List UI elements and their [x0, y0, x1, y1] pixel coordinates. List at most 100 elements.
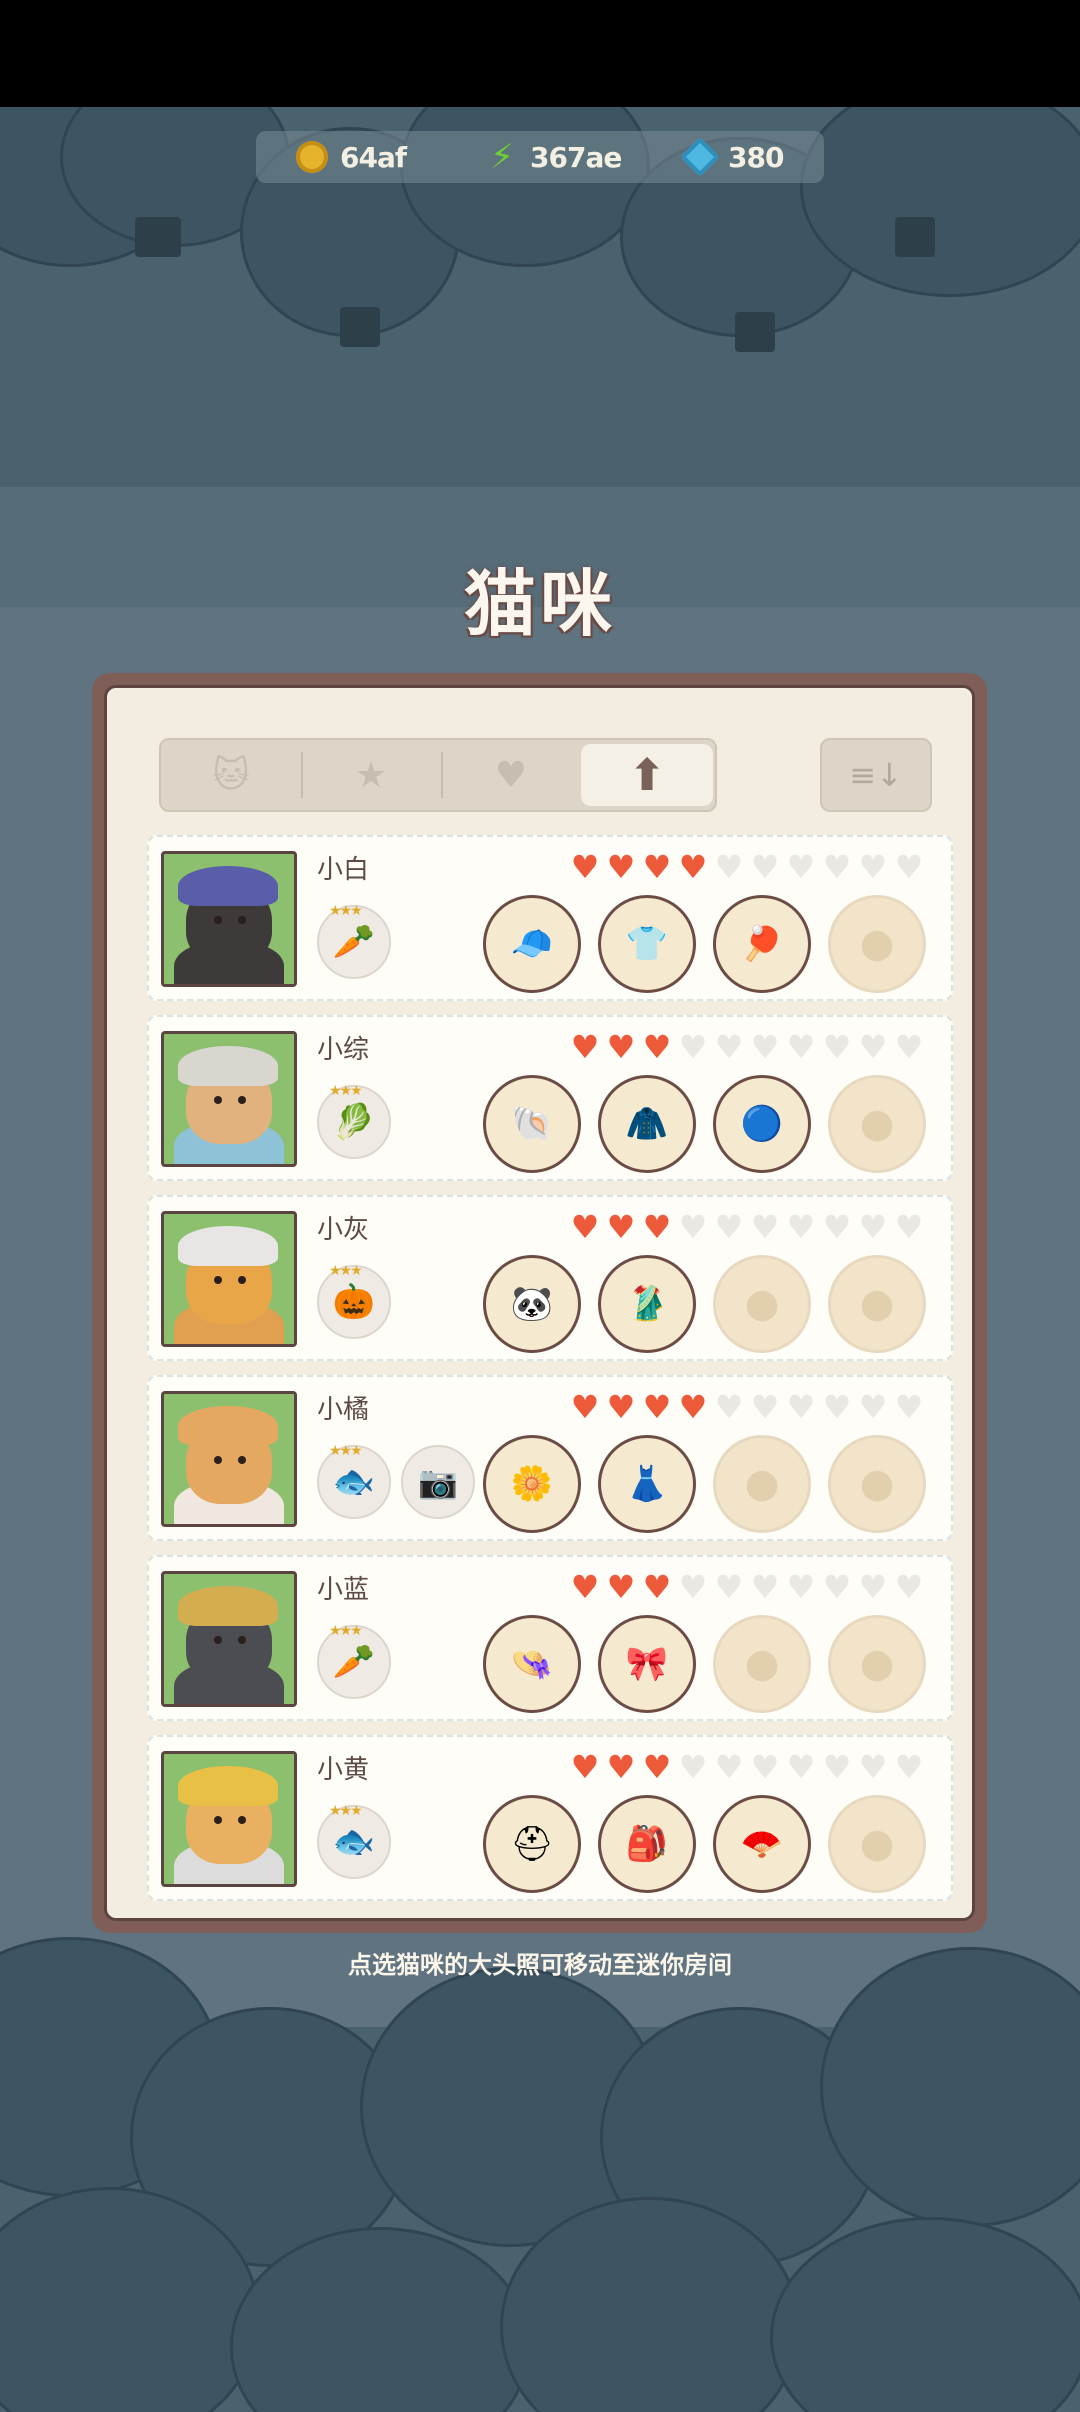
favorite-food-badge: ★★★ 🐟 — [317, 1803, 391, 1879]
outfit-slot-empty[interactable]: ⬤ — [828, 1435, 926, 1533]
outfit-slot-empty[interactable]: ⬤ — [828, 1075, 926, 1173]
cat-eye — [214, 1636, 222, 1644]
affection-hearts: ♥ ♥ ♥ ♥ ♥ ♥ ♥ ♥ ♥ ♥ — [569, 1391, 925, 1423]
cat-row: 小灰 ★★★ 🎃 ♥ ♥ ♥ ♥ ♥ ♥ ♥ ♥ ♥ ♥ 🐼 🥻 ⬤ ⬤ — [147, 1195, 953, 1361]
affection-hearts: ♥ ♥ ♥ ♥ ♥ ♥ ♥ ♥ ♥ ♥ — [569, 1751, 925, 1783]
food-icon: 🥕 — [332, 1642, 376, 1682]
food-icon: 🎃 — [332, 1282, 376, 1322]
affection-hearts: ♥ ♥ ♥ ♥ ♥ ♥ ♥ ♥ ♥ ♥ — [569, 1211, 925, 1243]
outfit-slot[interactable]: 👒 — [483, 1615, 581, 1713]
cat-hat — [178, 1226, 278, 1266]
outfit-slot[interactable]: 🪭 — [713, 1795, 811, 1893]
filter-tabs: 🐱 ★ ♥ ⬆ — [159, 738, 717, 812]
outfit-slot[interactable]: 🎒 — [598, 1795, 696, 1893]
locked-slot-icon: ⬤ — [745, 1646, 779, 1682]
outfit-slot-empty[interactable]: ⬤ — [828, 895, 926, 993]
heart-empty-icon: ♥ — [678, 1748, 708, 1786]
heart-filled-icon: ♥ — [606, 1388, 636, 1426]
outfit-slot-empty[interactable]: ⬤ — [713, 1255, 811, 1353]
affection-hearts: ♥ ♥ ♥ ♥ ♥ ♥ ♥ ♥ ♥ ♥ — [569, 851, 925, 883]
hint-text: 点选猫咪的大头照可移动至迷你房间 — [348, 1951, 732, 1979]
outfit-slot-empty[interactable]: ⬤ — [828, 1255, 926, 1353]
favorite-food-badge: ★★★ 🥬 — [317, 1083, 391, 1159]
food-icon: 🐟 — [332, 1462, 376, 1502]
outfit-slot[interactable]: 🎀 — [598, 1615, 696, 1713]
cat-hat — [178, 1406, 278, 1446]
locked-slot-icon: ⬤ — [860, 1466, 894, 1502]
outfit-slot[interactable]: 🧥 — [598, 1075, 696, 1173]
tab-divider — [301, 752, 303, 798]
heart-filled-icon: ♥ — [642, 1748, 672, 1786]
star-rating-icon: ★★★ — [329, 903, 363, 919]
outfit-slot[interactable]: 👕 — [598, 895, 696, 993]
outfit-slot[interactable]: 🔵 — [713, 1075, 811, 1173]
outfit-item-icon: 👗 — [625, 1464, 669, 1504]
cat-list-panel-inner: 🐱 ★ ♥ ⬆ ≡↓ 小白 ★★★ 🥕 ♥ ♥ ♥ ♥ ♥ ♥ ♥ ♥ ♥ ♥ 🧢 👕 🏓 ⬤ 小综 ★★★ 🥬 ♥ ♥ ♥… — [104, 685, 975, 1921]
cat-portrait[interactable] — [161, 1751, 297, 1887]
gem-counter: 380 — [680, 131, 784, 183]
outfit-slot-empty[interactable]: ⬤ — [713, 1615, 811, 1713]
tab-cats[interactable]: 🐱 — [165, 744, 297, 806]
outfit-slot-empty[interactable]: ⬤ — [713, 1435, 811, 1533]
cat-row: 小黄 ★★★ 🐟 ♥ ♥ ♥ ♥ ♥ ♥ ♥ ♥ ♥ ♥ ⛑ 🎒 🪭 ⬤ — [147, 1735, 953, 1901]
outfit-item-icon: 🎀 — [625, 1644, 669, 1684]
cat-hat — [178, 1586, 278, 1626]
heart-filled-icon: ♥ — [570, 1208, 600, 1246]
outfit-slot[interactable]: 🏓 — [713, 895, 811, 993]
tree — [770, 2217, 1080, 2412]
outfit-slot[interactable]: 🧢 — [483, 895, 581, 993]
cat-portrait[interactable] — [161, 1031, 297, 1167]
heart-filled-icon: ♥ — [570, 1388, 600, 1426]
outfit-item-icon: 🐚 — [510, 1104, 554, 1144]
cat-hat — [178, 1766, 278, 1806]
heart-filled-icon: ♥ — [606, 1028, 636, 1066]
heart-empty-icon: ♥ — [822, 848, 852, 886]
outfit-item-icon: 🔵 — [740, 1104, 784, 1144]
affection-hearts: ♥ ♥ ♥ ♥ ♥ ♥ ♥ ♥ ♥ ♥ — [569, 1031, 925, 1063]
cat-name: 小橘 — [317, 1395, 370, 1425]
cat-eye — [214, 1096, 222, 1104]
tab-affection[interactable]: ♥ — [445, 744, 577, 806]
heart-empty-icon: ♥ — [786, 1748, 816, 1786]
sort-order-button[interactable]: ≡↓ — [820, 738, 932, 812]
cat-name: 小蓝 — [317, 1575, 370, 1605]
locked-slot-icon: ⬤ — [860, 1106, 894, 1142]
heart-empty-icon: ♥ — [750, 1388, 780, 1426]
outfit-slot[interactable]: 🐼 — [483, 1255, 581, 1353]
heart-empty-icon: ♥ — [894, 1208, 924, 1246]
cat-portrait[interactable] — [161, 1571, 297, 1707]
food-icon: 🥬 — [332, 1102, 376, 1142]
outfit-slot[interactable]: 👗 — [598, 1435, 696, 1533]
cat-row: 小橘 ★★★ 🐟 📷 ♥ ♥ ♥ ♥ ♥ ♥ ♥ ♥ ♥ ♥ 🌼 👗 ⬤ ⬤ — [147, 1375, 953, 1541]
cat-portrait[interactable] — [161, 1211, 297, 1347]
outfit-item-icon: 🧢 — [510, 924, 554, 964]
star-rating-icon: ★★★ — [329, 1263, 363, 1279]
camera-icon[interactable]: 📷 — [401, 1445, 475, 1519]
outfit-slot[interactable]: 🌼 — [483, 1435, 581, 1533]
heart-empty-icon: ♥ — [858, 1748, 888, 1786]
heart-empty-icon: ♥ — [714, 1748, 744, 1786]
outfit-slot-empty[interactable]: ⬤ — [828, 1795, 926, 1893]
outfit-slot[interactable]: 🐚 — [483, 1075, 581, 1173]
outfit-item-icon: ⛑ — [510, 1824, 554, 1864]
food-icon: 🥕 — [332, 922, 376, 962]
heart-filled-icon: ♥ — [570, 1748, 600, 1786]
tree-trunk — [135, 217, 181, 257]
heart-empty-icon: ♥ — [750, 1748, 780, 1786]
cat-hat — [178, 866, 278, 906]
tab-favorites[interactable]: ★ — [305, 744, 437, 806]
outfit-slot[interactable]: ⛑ — [483, 1795, 581, 1893]
heart-empty-icon: ♥ — [678, 1208, 708, 1246]
tab-level-sort[interactable]: ⬆ — [581, 744, 713, 806]
favorite-food-badge: ★★★ 🎃 — [317, 1263, 391, 1339]
heart-empty-icon: ♥ — [822, 1748, 852, 1786]
outfit-slot-empty[interactable]: ⬤ — [828, 1615, 926, 1713]
energy-bolt-icon: ⚡ — [490, 137, 514, 177]
locked-slot-icon: ⬤ — [860, 1826, 894, 1862]
favorite-food-badge: ★★★ 🥕 — [317, 1623, 391, 1699]
outfit-slot[interactable]: 🥻 — [598, 1255, 696, 1353]
outfit-item-icon: 🥻 — [625, 1284, 669, 1324]
cat-eye — [238, 1276, 246, 1284]
cat-portrait[interactable] — [161, 1391, 297, 1527]
cat-portrait[interactable] — [161, 851, 297, 987]
